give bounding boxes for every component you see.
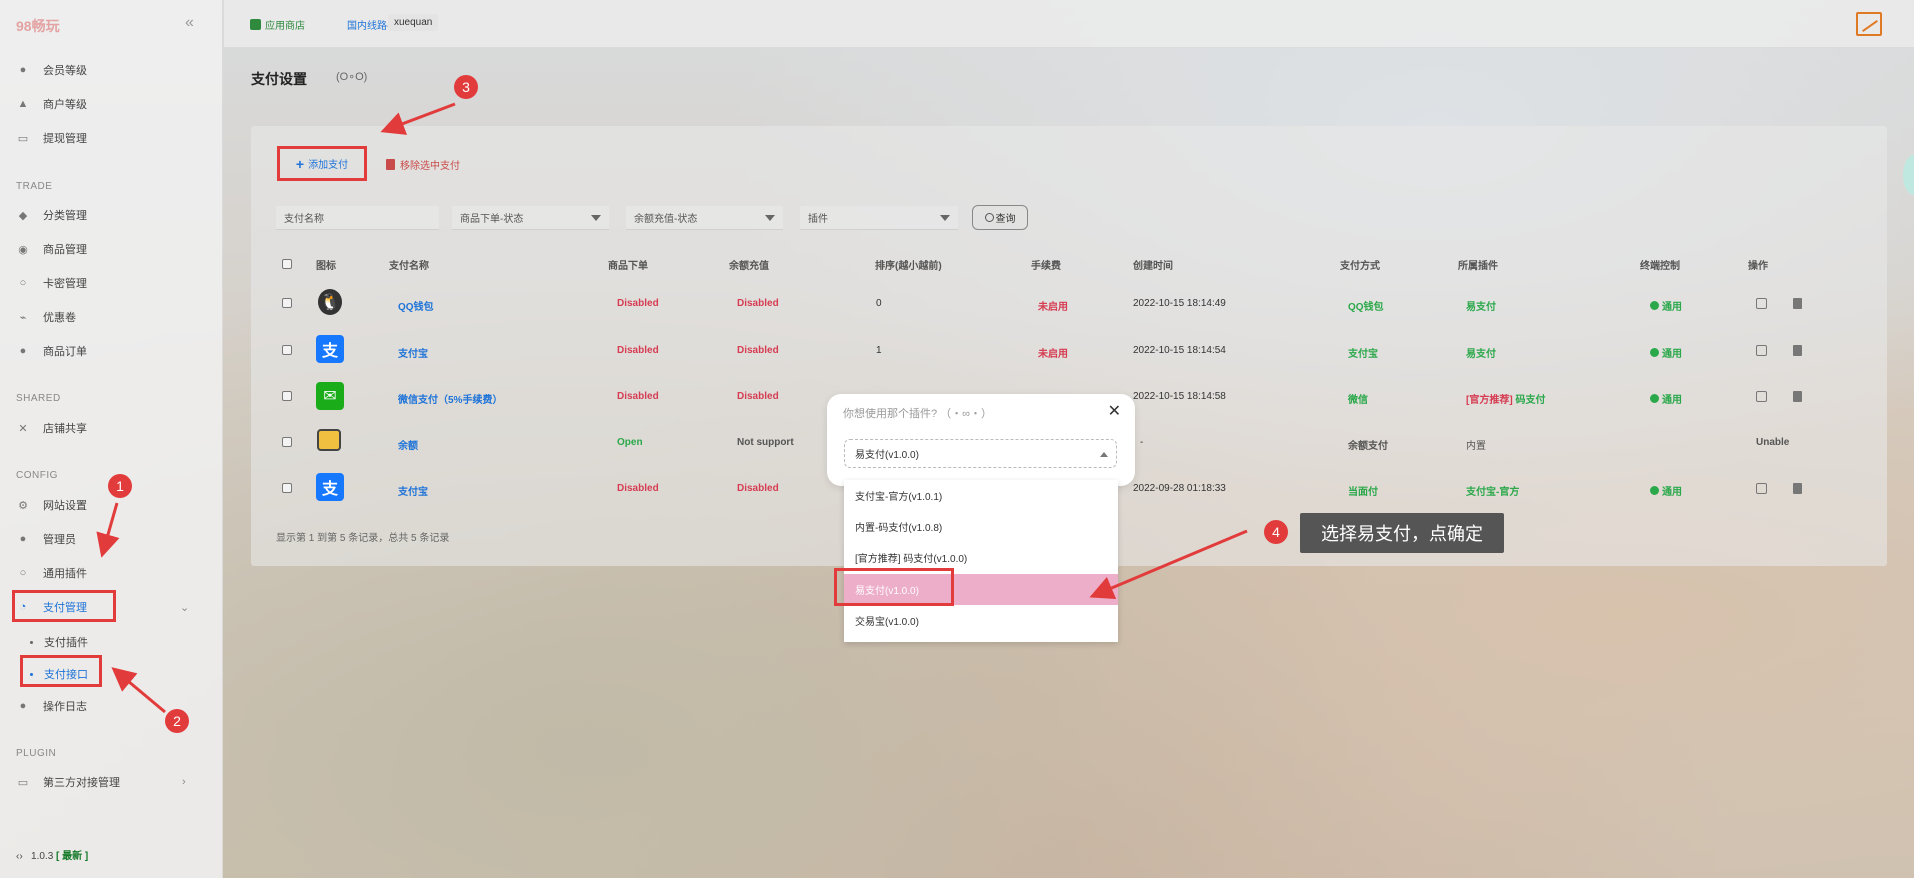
step-badge-3: 3 [454, 75, 478, 99]
step-badge-1: 1 [108, 474, 132, 498]
step-badge-2: 2 [165, 709, 189, 733]
step-badge-4: 4 [1264, 520, 1288, 544]
instruction-tooltip: 选择易支付，点确定 [1300, 513, 1504, 553]
annotation-arrows [96, 102, 1248, 714]
